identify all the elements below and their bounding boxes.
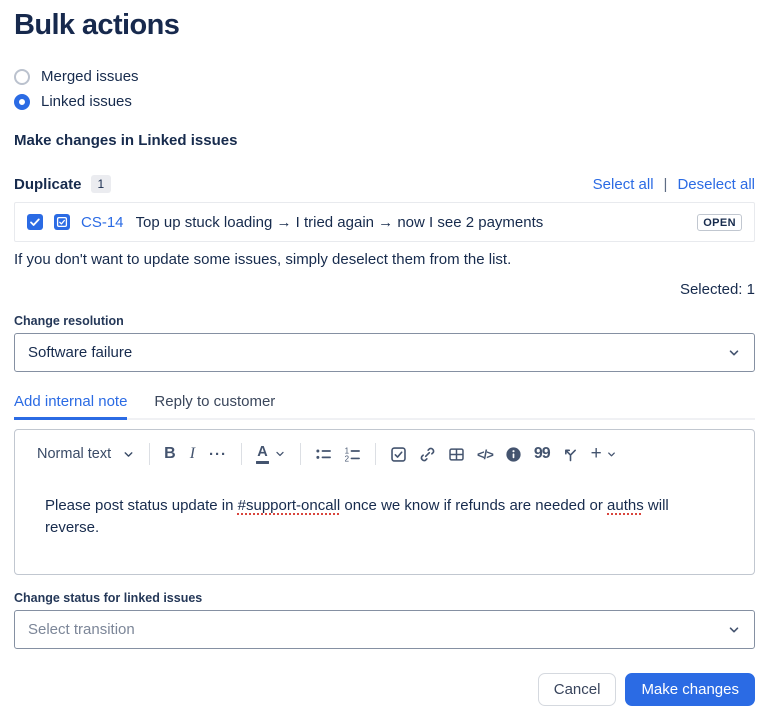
checkbox-checked-icon[interactable] xyxy=(27,214,43,230)
svg-text:2: 2 xyxy=(345,454,350,462)
radio-option-merged-issues[interactable]: Merged issues xyxy=(14,64,755,89)
bold-icon[interactable]: B xyxy=(158,442,182,466)
editor-toolbar: Normal text B I ··· A xyxy=(15,430,754,470)
tab-add-internal-note[interactable]: Add internal note xyxy=(14,393,127,420)
italic-icon[interactable]: I xyxy=(182,442,203,466)
group-label: Duplicate xyxy=(14,176,82,193)
chevron-down-icon xyxy=(122,448,135,461)
info-panel-icon[interactable] xyxy=(499,443,528,466)
bullet-list-icon[interactable] xyxy=(309,443,338,466)
text-style-dropdown[interactable]: Normal text xyxy=(31,443,141,465)
link-separator: | xyxy=(664,176,668,193)
toolbar-separator xyxy=(149,443,150,465)
note-text: once we know if refunds are needed or xyxy=(340,497,607,514)
text-color-letter: A xyxy=(256,445,269,464)
radio-selected-icon[interactable] xyxy=(14,94,30,110)
page-title: Bulk actions xyxy=(14,8,755,42)
tab-reply-to-customer[interactable]: Reply to customer xyxy=(154,393,275,420)
text-color-icon[interactable]: A xyxy=(250,442,292,467)
link-icon[interactable] xyxy=(413,443,442,466)
toolbar-separator xyxy=(300,443,301,465)
more-formatting-icon[interactable]: ··· xyxy=(203,443,233,466)
numbered-list-icon[interactable]: 1 2 xyxy=(338,443,367,466)
decision-icon[interactable] xyxy=(556,443,585,466)
note-tabs: Add internal note Reply to customer xyxy=(14,393,755,420)
resolution-field-label: Change resolution xyxy=(14,314,755,328)
insert-plus-icon[interactable]: + xyxy=(585,440,623,468)
deselect-hint: If you don't want to update some issues,… xyxy=(14,251,755,268)
note-text: Please post status update in xyxy=(45,497,238,514)
code-icon[interactable]: </> xyxy=(471,444,499,465)
radio-label: Merged issues xyxy=(41,68,139,85)
chevron-down-icon xyxy=(727,623,741,637)
status-badge: OPEN xyxy=(697,214,742,231)
resolution-select[interactable]: Software failure xyxy=(14,333,755,372)
radio-label: Linked issues xyxy=(41,93,132,110)
plus-glyph: + xyxy=(591,443,602,465)
issue-group-header: Duplicate 1 Select all | Deselect all xyxy=(14,175,755,193)
issue-summary: Top up stuck loading → I tried again → n… xyxy=(136,214,698,231)
editor-content-area[interactable]: Please post status update in #support-on… xyxy=(15,470,754,564)
issue-key-link[interactable]: CS-14 xyxy=(81,214,124,231)
deselect-all-link[interactable]: Deselect all xyxy=(677,176,755,193)
scope-radio-group: Merged issues Linked issues xyxy=(14,64,755,114)
scope-heading: Make changes in Linked issues xyxy=(14,132,755,149)
issue-row[interactable]: CS-14 Top up stuck loading → I tried aga… xyxy=(14,202,755,242)
selected-count: Selected: 1 xyxy=(14,281,755,298)
rich-text-editor: Normal text B I ··· A xyxy=(14,429,755,575)
status-field-label: Change status for linked issues xyxy=(14,591,755,605)
quote-icon[interactable]: 99 xyxy=(528,442,556,466)
note-text-spellcheck: #support-oncall xyxy=(238,497,341,514)
toolbar-separator xyxy=(375,443,376,465)
footer-actions: Cancel Make changes xyxy=(14,673,755,706)
bulk-selection-links: Select all | Deselect all xyxy=(593,176,755,193)
task-type-icon xyxy=(54,214,70,230)
cancel-button[interactable]: Cancel xyxy=(538,673,617,706)
radio-unselected-icon[interactable] xyxy=(14,69,30,85)
select-all-link[interactable]: Select all xyxy=(593,176,654,193)
bulk-actions-panel: Bulk actions Merged issues Linked issues… xyxy=(0,0,769,716)
chevron-down-icon xyxy=(606,449,617,460)
transition-select[interactable]: Select transition xyxy=(14,610,755,649)
transition-select-placeholder: Select transition xyxy=(28,621,135,638)
chevron-down-icon xyxy=(274,448,286,460)
task-list-icon[interactable] xyxy=(384,443,413,466)
issue-count-badge: 1 xyxy=(91,175,112,193)
table-icon[interactable] xyxy=(442,443,471,466)
chevron-down-icon xyxy=(727,346,741,360)
note-text-spellcheck: auths xyxy=(607,497,644,514)
radio-option-linked-issues[interactable]: Linked issues xyxy=(14,89,755,114)
group-title: Duplicate 1 xyxy=(14,175,111,193)
text-style-label: Normal text xyxy=(37,446,111,462)
resolution-select-value: Software failure xyxy=(28,344,132,361)
make-changes-button[interactable]: Make changes xyxy=(625,673,755,706)
toolbar-separator xyxy=(241,443,242,465)
